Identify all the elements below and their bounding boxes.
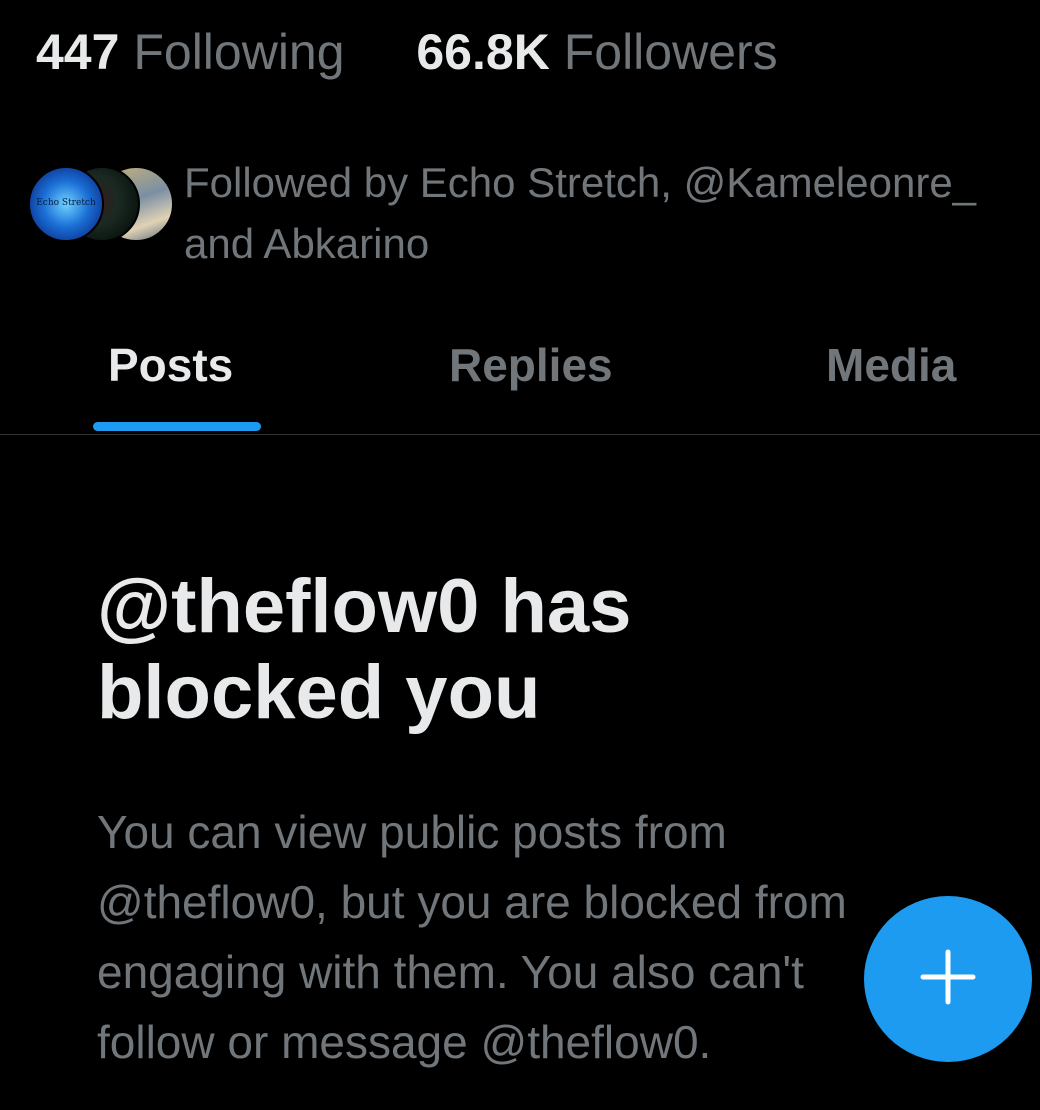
following-count: 447 <box>36 24 120 80</box>
blocked-body-line2: @theflow0, but you are blocked from <box>97 876 847 928</box>
active-tab-indicator <box>93 422 261 431</box>
blocked-title: @theflow0 has blocked you <box>97 564 897 736</box>
compose-post-button[interactable] <box>864 896 1032 1062</box>
tab-media[interactable]: Media <box>826 338 956 392</box>
tab-replies[interactable]: Replies <box>449 338 613 392</box>
blocked-message: You can view public posts from @theflow0… <box>97 797 997 1077</box>
following-link[interactable]: 447 Following <box>36 24 358 80</box>
followers-count: 66.8K <box>416 24 550 80</box>
follower-avatars: Echo Stretch <box>28 166 174 242</box>
avatar-logo-text: Echo Stretch <box>36 198 96 208</box>
plus-icon <box>920 949 976 1005</box>
blocked-body-line3: engaging with them. You also can't <box>97 946 804 998</box>
blocked-body-line4: follow or message @theflow0. <box>97 1016 712 1068</box>
followed-by-line2: and Abkarino <box>184 220 430 267</box>
following-label: Following <box>133 24 345 80</box>
followed-by-line1: Followed by Echo Stretch, @Kameleonre_ <box>184 159 977 206</box>
followed-by-section[interactable]: Echo Stretch Followed by Echo Stretch, @… <box>28 146 1040 276</box>
followed-by-text: Followed by Echo Stretch, @Kameleonre_ a… <box>184 152 1040 274</box>
blocked-body-line1: You can view public posts from <box>97 806 727 858</box>
tab-posts[interactable]: Posts <box>108 338 233 392</box>
profile-stats: 447 Following 66.8K Followers <box>36 22 778 82</box>
followers-link[interactable]: 66.8K Followers <box>402 24 777 80</box>
blocked-title-line2: blocked you <box>97 650 541 735</box>
blocked-title-line1: @theflow0 has <box>97 564 632 649</box>
profile-tabs: Posts Replies Media <box>0 320 1040 435</box>
avatar-echo-stretch: Echo Stretch <box>28 166 104 242</box>
followers-label: Followers <box>563 24 778 80</box>
